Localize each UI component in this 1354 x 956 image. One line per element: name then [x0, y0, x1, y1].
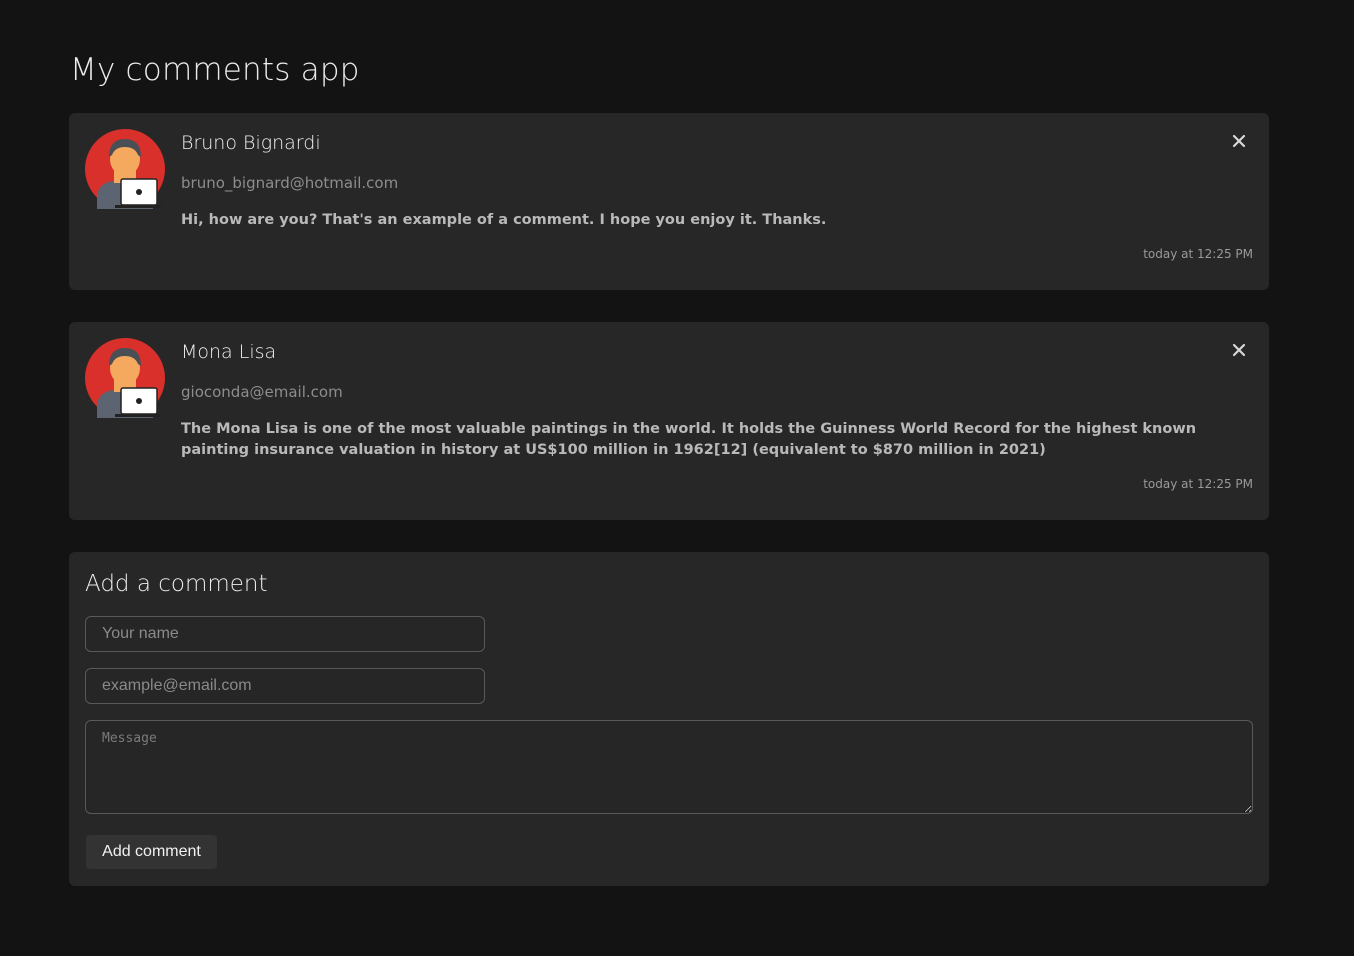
- person-with-laptop-icon: [85, 338, 165, 418]
- close-icon: [1232, 134, 1246, 148]
- message-textarea[interactable]: [85, 720, 1253, 814]
- page-title: My comments app: [70, 52, 360, 88]
- delete-comment-button[interactable]: [1231, 133, 1247, 149]
- person-with-laptop-icon: [85, 129, 165, 209]
- avatar: [85, 338, 165, 418]
- comment-message: Hi, how are you? That's an example of a …: [181, 212, 827, 228]
- comment-email: gioconda@email.com: [181, 383, 343, 401]
- avatar: [85, 129, 165, 209]
- email-input[interactable]: [85, 668, 485, 704]
- add-comment-button[interactable]: Add comment: [86, 835, 217, 869]
- comment-timestamp: today at 12:25 PM: [1143, 247, 1253, 261]
- add-comment-form: Add a comment Add comment: [69, 552, 1269, 886]
- comment-email: bruno_bignard@hotmail.com: [181, 174, 399, 192]
- form-title: Add a comment: [85, 571, 268, 597]
- close-icon: [1232, 343, 1246, 357]
- comment-author: Bruno Bignardi: [181, 132, 321, 154]
- comment-author: Mona Lisa: [181, 341, 277, 363]
- comment-timestamp: today at 12:25 PM: [1143, 477, 1253, 491]
- comment-message: The Mona Lisa is one of the most valuabl…: [181, 421, 1197, 458]
- comment-card: Bruno Bignardi bruno_bignard@hotmail.com…: [69, 113, 1269, 290]
- comment-card: Mona Lisa gioconda@email.com The Mona Li…: [69, 322, 1269, 520]
- name-input[interactable]: [85, 616, 485, 652]
- delete-comment-button[interactable]: [1231, 342, 1247, 358]
